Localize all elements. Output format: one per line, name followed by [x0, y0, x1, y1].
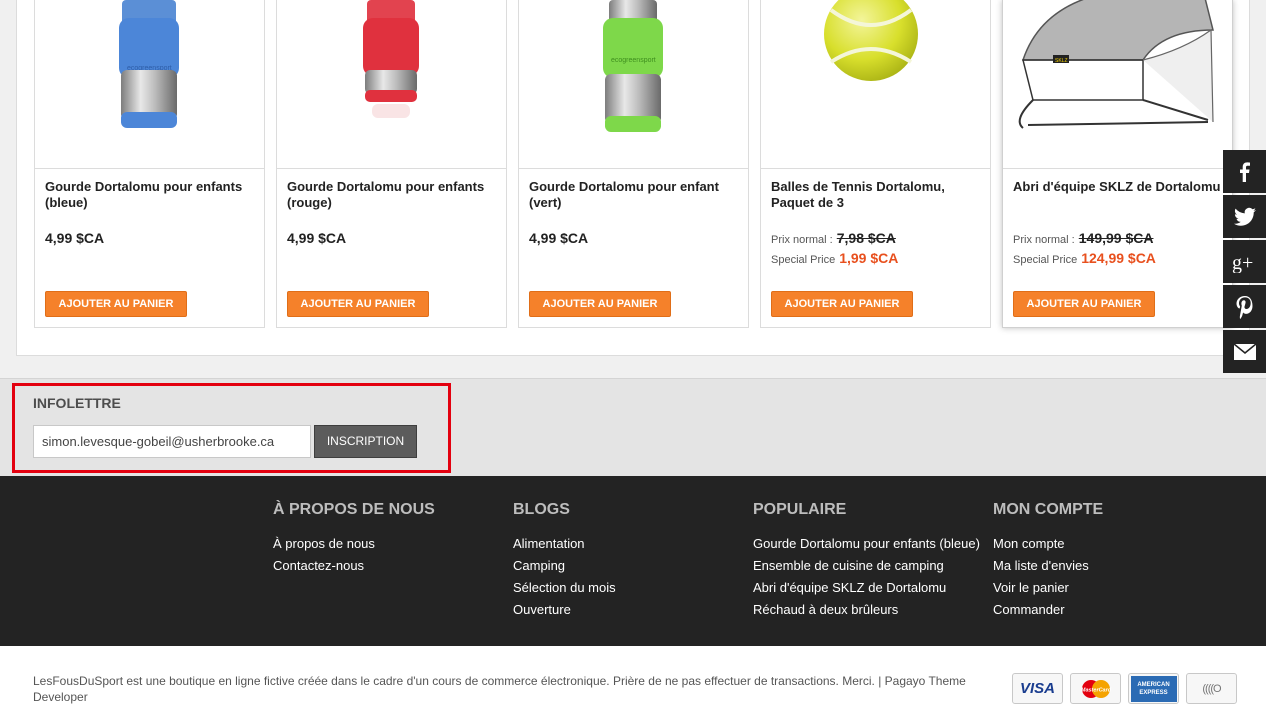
product-name[interactable]: Abri d'équipe SKLZ de Dortalomu: [1013, 179, 1223, 195]
google-plus-icon: g+: [1232, 252, 1253, 273]
product-image[interactable]: [761, 0, 990, 169]
footer-link[interactable]: Camping: [513, 555, 616, 577]
email-share-button[interactable]: [1223, 330, 1266, 373]
product-price: 4,99 $CA: [287, 230, 347, 246]
facebook-icon: [1239, 161, 1250, 182]
regular-price: 149,99 $CA: [1078, 230, 1154, 246]
product-image[interactable]: ecogreensport: [519, 0, 748, 169]
payment-methods: VISA MasterCard AMERICAN EXPRESS ((((O: [1012, 673, 1237, 704]
contactless-icon: ((((O: [1186, 673, 1237, 704]
email-icon: [1233, 343, 1256, 360]
visa-icon: VISA: [1012, 673, 1063, 704]
product-image[interactable]: SKLZ: [1003, 0, 1232, 169]
footer-link[interactable]: Mon compte: [993, 533, 1103, 555]
footer-link[interactable]: Gourde Dortalomu pour enfants (bleue): [753, 533, 980, 555]
special-price: 124,99 $CA: [1081, 250, 1156, 266]
add-to-cart-button[interactable]: AJOUTER AU PANIER: [287, 291, 429, 317]
amex-label: AMERICAN EXPRESS: [1130, 675, 1177, 702]
regular-price-row: Prix normal :149,99 $CA: [1013, 230, 1153, 246]
footer-link[interactable]: Voir le panier: [993, 577, 1103, 599]
copyright-text: LesFousDuSport est une boutique en ligne…: [33, 674, 966, 704]
footer-column-title: POPULAIRE: [753, 501, 847, 518]
footer-link[interactable]: Ensemble de cuisine de camping: [753, 555, 980, 577]
product-image[interactable]: ecogreensport: [35, 0, 264, 169]
special-price-label: Special Price: [1013, 254, 1078, 266]
footer-link[interactable]: À propos de nous: [273, 533, 435, 555]
newsletter-section: INFOLETTRE INSCRIPTION: [0, 378, 1266, 476]
google-plus-share-button[interactable]: g+: [1223, 240, 1266, 283]
footer-column-title: BLOGS: [513, 501, 570, 518]
product-name[interactable]: Gourde Dortalomu pour enfants (bleue): [45, 179, 255, 211]
footer-column-about: À PROPOS DE NOUS À propos de nous Contac…: [273, 501, 435, 577]
add-to-cart-button[interactable]: AJOUTER AU PANIER: [45, 291, 187, 317]
product-name[interactable]: Gourde Dortalomu pour enfants (rouge): [287, 179, 497, 211]
product-section: ecogreensport Gourde Dortalomu pour enfa…: [0, 0, 1266, 378]
bottle-label: ecogreensport: [611, 57, 656, 64]
product-price: 4,99 $CA: [529, 230, 589, 246]
newsletter-email-input[interactable]: [33, 425, 311, 458]
footer-column-title: MON COMPTE: [993, 501, 1104, 518]
footer-column-title: À PROPOS DE NOUS: [273, 501, 435, 518]
social-share-bar: g+: [1223, 150, 1266, 375]
regular-price: 7,98 $CA: [836, 230, 896, 246]
pinterest-share-button[interactable]: [1223, 285, 1266, 328]
footer-link[interactable]: Alimentation: [513, 533, 616, 555]
pinterest-icon: [1236, 295, 1252, 319]
contactless-label: ((((O: [1202, 682, 1221, 695]
tennis-ball-image: [824, 0, 918, 81]
footer-link[interactable]: Ma liste d'envies: [993, 555, 1103, 577]
twitter-icon: [1233, 207, 1256, 226]
svg-text:g+: g+: [1232, 252, 1253, 273]
amex-icon: AMERICAN EXPRESS: [1128, 673, 1179, 704]
facebook-share-button[interactable]: [1223, 150, 1266, 193]
special-price-row: Special Price 1,99 $CA: [771, 250, 898, 266]
product-name[interactable]: Gourde Dortalomu pour enfant (vert): [529, 179, 739, 211]
regular-price-row: Prix normal :7,98 $CA: [771, 230, 896, 246]
shelter-brand-label: SKLZ: [1055, 58, 1068, 64]
footer-link[interactable]: Sélection du mois: [513, 577, 616, 599]
special-price-row: Special Price 124,99 $CA: [1013, 250, 1156, 266]
water-bottle-blue-image: ecogreensport: [119, 0, 179, 128]
mastercard-label: MasterCard: [1080, 687, 1111, 693]
team-shelter-image: SKLZ: [1018, 0, 1214, 129]
special-price: 1,99 $CA: [839, 250, 899, 266]
water-bottle-green-image: ecogreensport: [603, 0, 663, 132]
product-grid: ecogreensport Gourde Dortalomu pour enfa…: [16, 0, 1250, 356]
product-name[interactable]: Balles de Tennis Dortalomu, Paquet de 3: [771, 179, 981, 211]
add-to-cart-button[interactable]: AJOUTER AU PANIER: [529, 291, 671, 317]
product-card[interactable]: Balles de Tennis Dortalomu, Paquet de 3 …: [760, 0, 991, 328]
footer: À PROPOS DE NOUS À propos de nous Contac…: [0, 476, 1266, 646]
footer-link[interactable]: Réchaud à deux brûleurs: [753, 599, 980, 621]
bottom-bar: LesFousDuSport est une boutique en ligne…: [0, 646, 1266, 711]
visa-label: VISA: [1019, 680, 1055, 697]
product-image[interactable]: [277, 0, 506, 169]
add-to-cart-button[interactable]: AJOUTER AU PANIER: [771, 291, 913, 317]
newsletter-title: INFOLETTRE: [33, 395, 121, 411]
water-bottle-red-image: [363, 0, 419, 118]
footer-column-popular: POPULAIRE Gourde Dortalomu pour enfants …: [753, 501, 980, 621]
footer-column-account: MON COMPTE Mon compte Ma liste d'envies …: [993, 501, 1103, 621]
product-card[interactable]: ecogreensport Gourde Dortalomu pour enfa…: [34, 0, 265, 328]
special-price-label: Special Price: [771, 254, 836, 266]
footer-column-blogs: BLOGS Alimentation Camping Sélection du …: [513, 501, 616, 621]
regular-price-label: Prix normal :: [771, 234, 833, 246]
mastercard-icon: MasterCard: [1070, 673, 1121, 704]
add-to-cart-button[interactable]: AJOUTER AU PANIER: [1013, 291, 1155, 317]
twitter-share-button[interactable]: [1223, 195, 1266, 238]
newsletter-subscribe-button[interactable]: INSCRIPTION: [314, 425, 417, 458]
footer-link[interactable]: Contactez-nous: [273, 555, 435, 577]
footer-link[interactable]: Ouverture: [513, 599, 616, 621]
product-card[interactable]: SKLZ Abri d'équipe SKLZ de Dortalomu Pri…: [1002, 0, 1233, 328]
product-card[interactable]: ecogreensport Gourde Dortalomu pour enfa…: [518, 0, 749, 328]
regular-price-label: Prix normal :: [1013, 234, 1075, 246]
footer-link[interactable]: Abri d'équipe SKLZ de Dortalomu: [753, 577, 980, 599]
product-price: 4,99 $CA: [45, 230, 105, 246]
product-card[interactable]: Gourde Dortalomu pour enfants (rouge) 4,…: [276, 0, 507, 328]
footer-link[interactable]: Commander: [993, 599, 1103, 621]
